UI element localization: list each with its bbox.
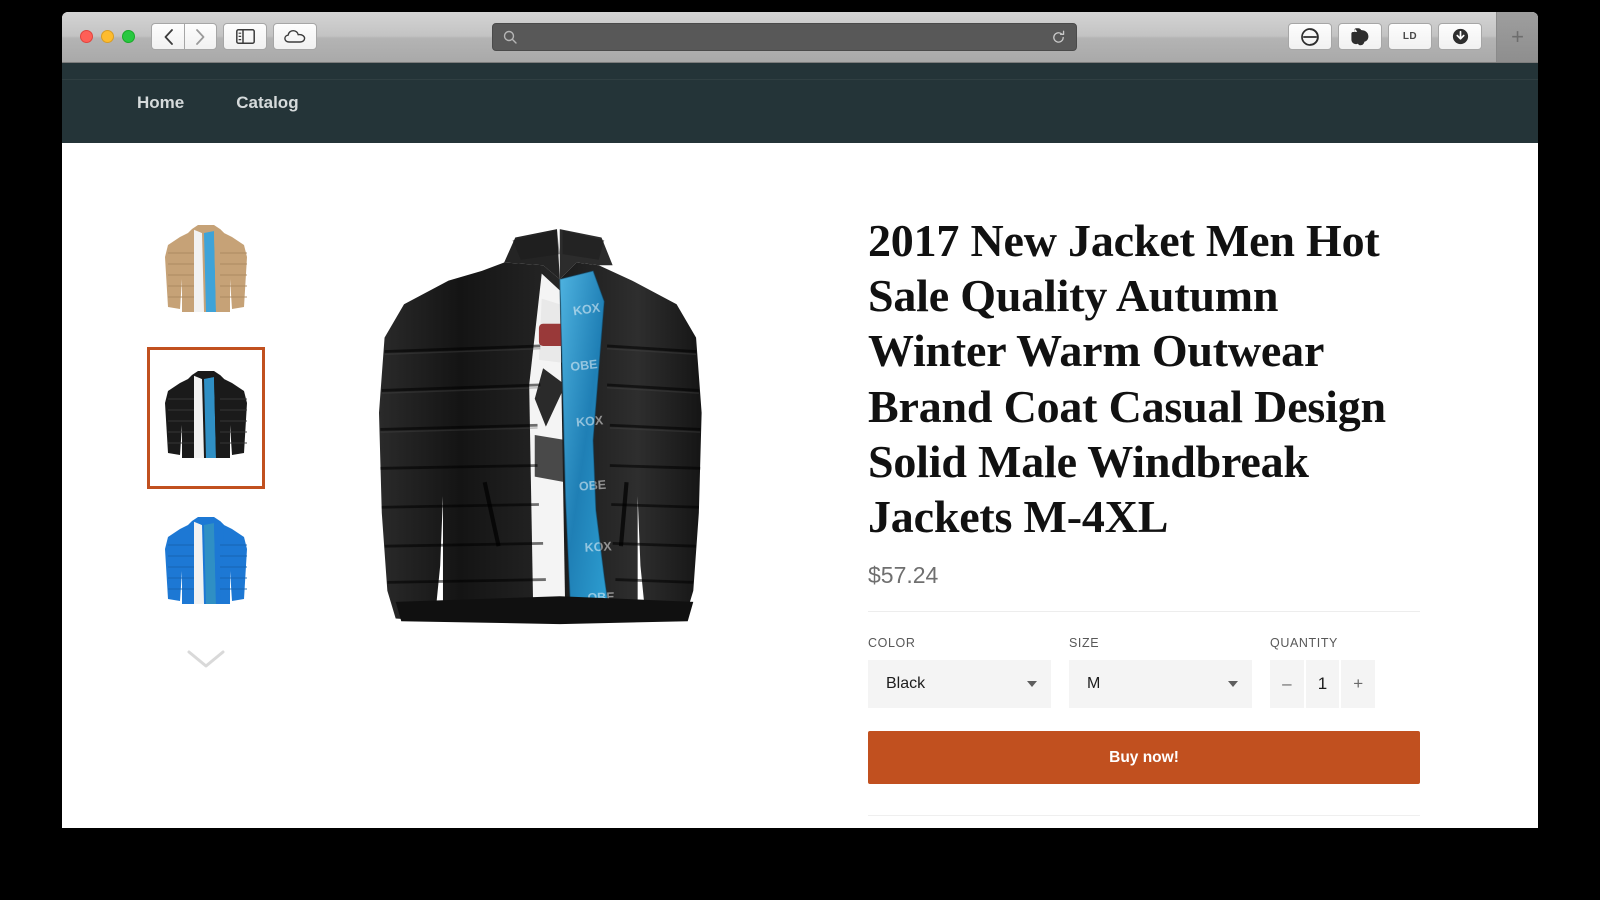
evernote-extension-button[interactable] <box>1338 23 1382 50</box>
extension-button-group: LD <box>1288 23 1482 50</box>
nav-link-catalog[interactable]: Catalog <box>236 93 298 113</box>
jacket-main-image: KOX OBE KOX OBE KOX OBE <box>379 228 702 624</box>
chevron-down-icon <box>187 650 225 668</box>
jacket-thumbnail-khaki-image <box>165 225 247 312</box>
reload-icon[interactable] <box>1051 30 1066 45</box>
svg-text:KOX: KOX <box>584 539 612 554</box>
product-info: 2017 New Jacket Men Hot Sale Quality Aut… <box>812 213 1538 828</box>
jacket-thumbnail-blue-image <box>165 517 247 604</box>
quantity-input[interactable]: 1 <box>1303 660 1342 709</box>
quantity-stepper: – 1 + <box>1270 660 1376 709</box>
chevron-down-icon <box>1228 681 1238 688</box>
new-tab-label: + <box>1511 24 1524 49</box>
info-divider-bottom <box>868 815 1420 817</box>
size-select-value: M <box>1087 675 1101 693</box>
forward-button[interactable] <box>184 23 217 50</box>
icloud-tabs-button[interactable] <box>273 23 317 50</box>
window-traffic-lights <box>80 30 135 43</box>
size-option-group: SIZE M <box>1069 636 1252 709</box>
product-page: KOX OBE KOX OBE KOX OBE 2017 New Jacket … <box>62 143 1538 828</box>
new-tab-button[interactable]: + <box>1496 12 1538 62</box>
product-thumbnail-black[interactable] <box>147 347 265 489</box>
product-thumbnail-blue[interactable] <box>147 505 265 623</box>
download-arrow-icon <box>1452 28 1468 45</box>
color-select-value: Black <box>886 675 926 693</box>
svg-text:OBE: OBE <box>578 477 606 493</box>
minimize-window-button[interactable] <box>101 30 114 43</box>
adblock-icon <box>1301 27 1319 46</box>
jacket-thumbnail-black-image <box>165 371 247 458</box>
cloud-icon <box>284 30 306 43</box>
browser-window: LD + Home Catalog KOX OBE KOX OBE KOX OB… <box>62 12 1538 828</box>
address-bar[interactable] <box>492 23 1077 51</box>
nav-link-home[interactable]: Home <box>137 93 184 113</box>
close-window-button[interactable] <box>80 30 93 43</box>
back-button[interactable] <box>151 23 184 50</box>
chevron-down-icon <box>1027 681 1037 688</box>
adblock-extension-button[interactable] <box>1288 23 1332 50</box>
color-select[interactable]: Black <box>868 660 1051 709</box>
product-thumbnail-list <box>62 213 272 828</box>
product-main-image-container: KOX OBE KOX OBE KOX OBE <box>272 213 812 828</box>
download-extension-button[interactable] <box>1438 23 1482 50</box>
svg-text:KOX: KOX <box>576 413 605 429</box>
evernote-elephant-icon <box>1351 28 1369 46</box>
chevron-right-icon <box>196 28 205 45</box>
product-thumbnail-khaki[interactable] <box>147 213 265 331</box>
quantity-option-group: QUANTITY – 1 + <box>1270 636 1376 709</box>
buy-now-button[interactable]: Buy now! <box>868 731 1420 785</box>
info-divider-top <box>868 611 1420 613</box>
chevron-left-icon <box>164 28 173 45</box>
product-price: $57.24 <box>868 562 939 589</box>
quantity-increment-button[interactable]: + <box>1341 660 1376 709</box>
quantity-decrement-button[interactable]: – <box>1270 660 1304 709</box>
sidebar-icon <box>235 29 255 44</box>
product-title: 2017 New Jacket Men Hot Sale Quality Aut… <box>868 215 1386 542</box>
browser-toolbar: LD + <box>62 12 1538 63</box>
search-icon <box>503 30 517 44</box>
ld-extension-label: LD <box>1402 31 1418 42</box>
gallery-scroll-down-button[interactable] <box>185 647 227 676</box>
product-options: COLOR Black SIZE M QUANTITY – 1 + <box>868 636 1420 709</box>
color-label: COLOR <box>868 636 916 651</box>
quantity-label: QUANTITY <box>1270 636 1338 651</box>
navigation-button-group <box>151 23 217 50</box>
show-sidebar-button[interactable] <box>223 23 267 50</box>
zoom-window-button[interactable] <box>122 30 135 43</box>
svg-text:OBE: OBE <box>570 357 598 374</box>
size-select[interactable]: M <box>1069 660 1252 709</box>
color-option-group: COLOR Black <box>868 636 1051 709</box>
ld-extension-button[interactable]: LD <box>1388 23 1432 50</box>
site-navigation: Home Catalog <box>62 63 1538 143</box>
size-label: SIZE <box>1069 636 1100 651</box>
product-main-image[interactable]: KOX OBE KOX OBE KOX OBE <box>332 215 782 665</box>
